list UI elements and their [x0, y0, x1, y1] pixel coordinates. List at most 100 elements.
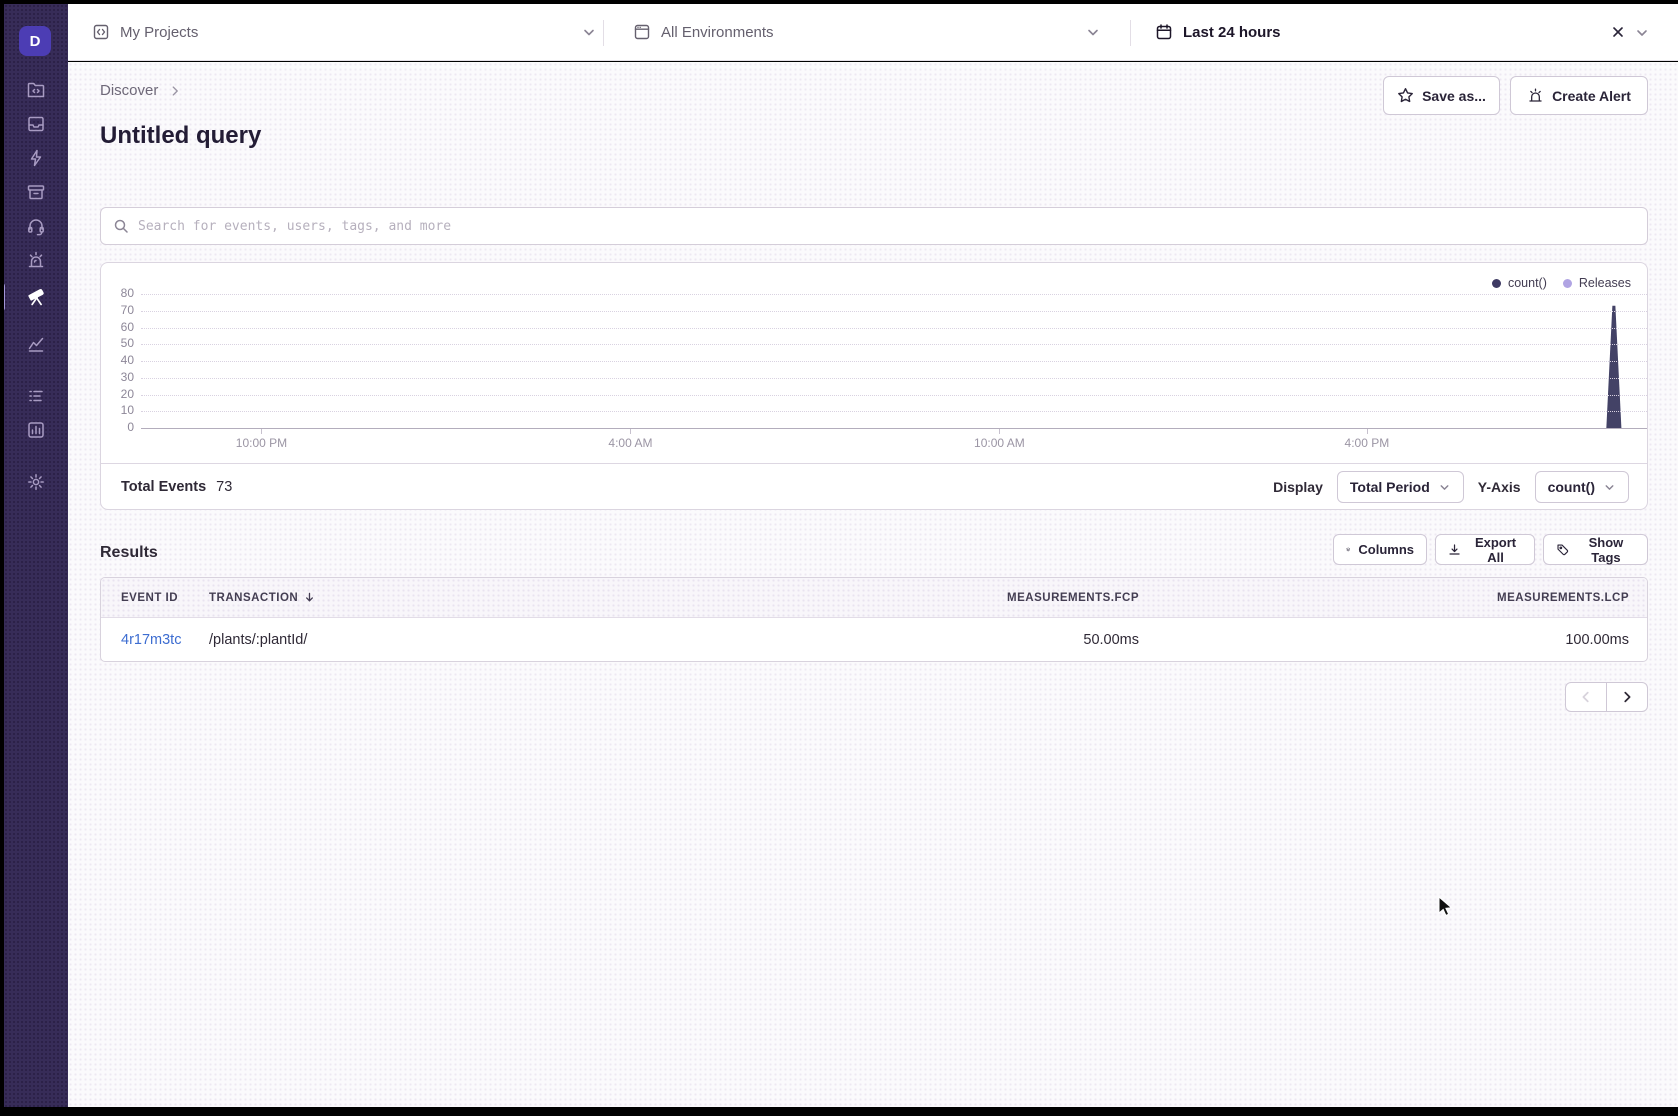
y-axis-tick-label: 50	[101, 336, 134, 350]
environment-filter-icon	[633, 23, 651, 41]
yaxis-select[interactable]: count()	[1535, 471, 1629, 503]
total-events-value: 73	[216, 479, 232, 495]
create-alert-button[interactable]: Create Alert	[1510, 76, 1648, 115]
sidebar-item-issues[interactable]	[4, 109, 68, 139]
project-filter-icon	[92, 23, 110, 41]
results-table: EVENT ID TRANSACTION MEASUREMENTS.FCP ME…	[100, 577, 1648, 662]
column-header-transaction[interactable]: TRANSACTION	[209, 591, 839, 604]
org-avatar[interactable]: D	[19, 26, 51, 56]
sidebar-item-discover[interactable]	[4, 281, 68, 311]
breadcrumb-discover[interactable]: Discover	[100, 82, 158, 99]
y-gridline	[141, 378, 1647, 379]
chevron-down-icon	[1438, 481, 1451, 494]
legend-item-releases[interactable]: Releases	[1563, 276, 1631, 290]
x-axis-tick-mark	[630, 429, 631, 434]
sidebar-item-stats-list[interactable]	[4, 381, 68, 411]
column-header-measurements-lcp[interactable]: MEASUREMENTS.LCP	[1139, 592, 1629, 604]
list-icon	[26, 386, 46, 406]
transaction-cell: /plants/:plantId/	[209, 632, 839, 648]
columns-button[interactable]: Columns	[1333, 534, 1427, 565]
table-row: 4r17m3tc /plants/:plantId/ 50.00ms 100.0…	[101, 618, 1647, 661]
y-axis-tick-label: 80	[101, 286, 134, 300]
total-events: Total Events73	[121, 479, 232, 495]
x-axis-tick-mark	[999, 429, 1000, 434]
previous-page-button[interactable]	[1565, 682, 1607, 712]
measurements-lcp-cell: 100.00ms	[1139, 632, 1629, 648]
search-bar	[100, 207, 1648, 245]
date-filter-label: Last 24 hours	[1183, 24, 1281, 41]
event-id-link[interactable]: 4r17m3tc	[121, 632, 209, 648]
project-filter[interactable]: My Projects	[92, 4, 597, 60]
date-filter[interactable]: Last 24 hours	[1155, 4, 1678, 60]
line-chart-icon	[26, 334, 46, 354]
app-window: D	[0, 0, 1678, 1116]
chevron-right-icon	[1620, 690, 1634, 704]
sidebar-item-dashboards[interactable]	[4, 329, 68, 359]
column-header-event-id[interactable]: EVENT ID	[121, 592, 209, 604]
x-axis-line	[141, 428, 1647, 429]
table-header-row: EVENT ID TRANSACTION MEASUREMENTS.FCP ME…	[101, 578, 1647, 618]
sidebar-item-performance[interactable]	[4, 143, 68, 173]
sidebar-item-alerts[interactable]	[4, 245, 68, 275]
y-gridline	[141, 361, 1647, 362]
environment-filter-label: All Environments	[661, 24, 774, 41]
y-gridline	[141, 328, 1647, 329]
calendar-icon	[1155, 23, 1173, 41]
chevron-down-icon	[581, 24, 597, 40]
telescope-icon	[26, 286, 47, 307]
legend-item-count[interactable]: count()	[1492, 276, 1547, 290]
gear-icon	[26, 472, 46, 492]
export-all-label: Export All	[1469, 535, 1522, 565]
display-label: Display	[1273, 479, 1323, 495]
search-input[interactable]	[138, 208, 1647, 244]
y-gridline	[141, 411, 1647, 412]
mouse-cursor	[1438, 896, 1454, 918]
topbar-divider	[1130, 20, 1131, 46]
count-legend-dot	[1492, 279, 1501, 288]
chevron-down-icon	[1603, 481, 1616, 494]
issues-icon	[26, 114, 46, 134]
sort-desc-icon	[303, 591, 316, 604]
x-axis-tick-label: 10:00 AM	[954, 436, 1044, 450]
x-axis-tick-mark	[261, 429, 262, 434]
chevron-left-icon	[1579, 690, 1593, 704]
headset-icon	[26, 216, 46, 236]
frame-top	[0, 0, 1678, 4]
page-title: Untitled query	[100, 122, 261, 150]
column-header-measurements-fcp[interactable]: MEASUREMENTS.FCP	[839, 592, 1139, 604]
siren-icon	[26, 250, 46, 270]
archive-icon	[26, 182, 46, 202]
sidebar-item-user-feedback[interactable]	[4, 211, 68, 241]
yaxis-value: count()	[1548, 479, 1595, 495]
next-page-button[interactable]	[1606, 682, 1648, 712]
display-select[interactable]: Total Period	[1337, 471, 1464, 503]
export-all-button[interactable]: Export All	[1435, 534, 1535, 565]
releases-legend-label: Releases	[1579, 276, 1631, 290]
sidebar-item-settings[interactable]	[4, 467, 68, 497]
save-as-label: Save as...	[1422, 88, 1486, 104]
y-gridline	[141, 344, 1647, 345]
environment-filter[interactable]: All Environments	[633, 4, 1101, 60]
search-icon	[113, 218, 129, 234]
topbar-divider	[603, 20, 604, 46]
y-axis-tick-label: 60	[101, 320, 134, 334]
siren-icon	[1527, 87, 1544, 104]
y-axis-tick-label: 20	[101, 387, 134, 401]
y-axis-tick-label: 10	[101, 403, 134, 417]
columns-label: Columns	[1358, 542, 1414, 557]
sidebar-item-stats[interactable]	[4, 415, 68, 445]
date-chevron-down-icon[interactable]	[1634, 25, 1650, 41]
y-axis-tick-label: 30	[101, 370, 134, 384]
yaxis-label: Y-Axis	[1478, 479, 1521, 495]
show-tags-button[interactable]: Show Tags	[1543, 534, 1648, 565]
y-axis-tick-label: 40	[101, 353, 134, 367]
sidebar-item-projects[interactable]	[4, 75, 68, 105]
save-as-button[interactable]: Save as...	[1383, 76, 1500, 115]
pagination	[1565, 682, 1648, 712]
breadcrumb: Discover	[100, 82, 182, 99]
chart-footer: Total Events73 Display Total Period Y-Ax…	[101, 463, 1647, 510]
layers-icon	[1346, 542, 1350, 557]
frame-bottom	[0, 1107, 1678, 1116]
sidebar-item-releases[interactable]	[4, 177, 68, 207]
clear-date-icon[interactable]	[1610, 24, 1626, 40]
